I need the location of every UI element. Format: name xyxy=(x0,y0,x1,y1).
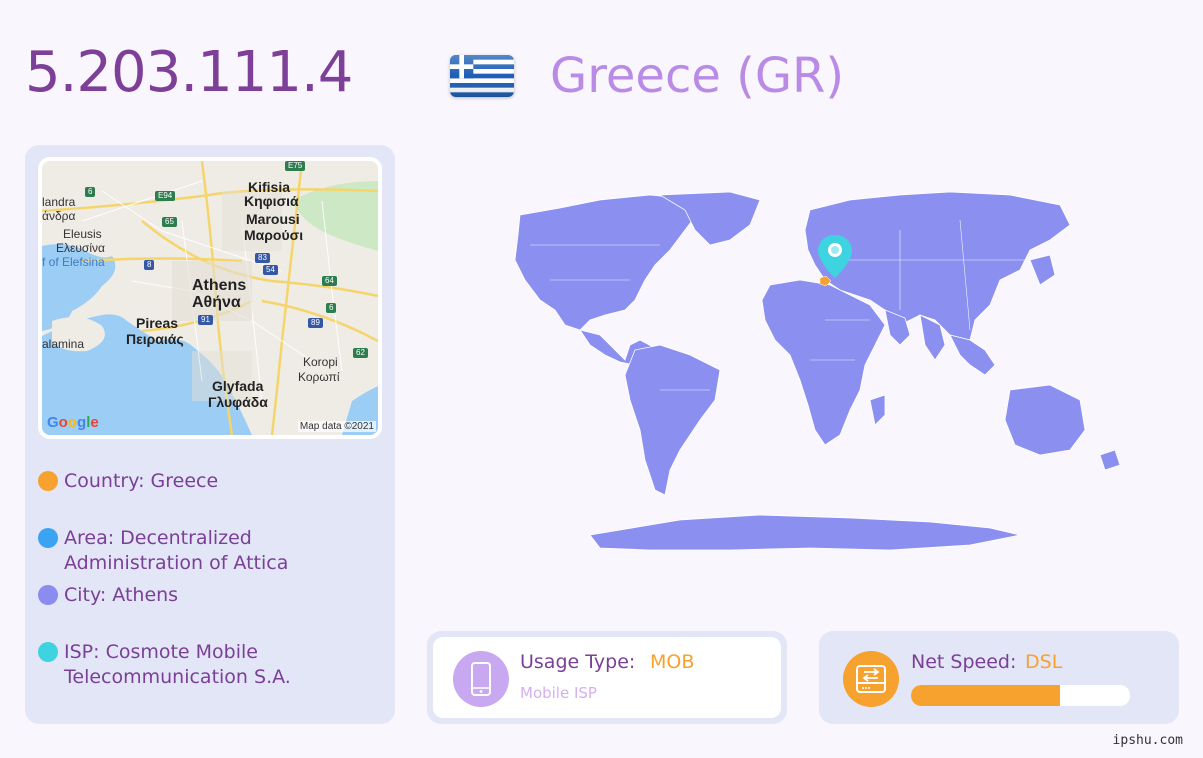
world-map xyxy=(430,150,1170,580)
road-badge-64: 64 xyxy=(322,276,337,286)
map-label-andra-greek: άνδρα xyxy=(42,209,76,223)
area-dot-icon xyxy=(38,528,58,548)
info-city-text: City: Athens xyxy=(64,584,179,606)
country-dot-icon xyxy=(38,471,58,491)
mobile-phone-icon xyxy=(453,651,509,707)
map-label-glyfada: Glyfada xyxy=(212,378,264,394)
road-badge-6: 6 xyxy=(85,187,96,197)
map-label-marousi: Marousi xyxy=(246,211,300,227)
usage-type-sub: Mobile ISP xyxy=(520,684,597,702)
info-isp: ISP: Cosmote Mobile Telecommunication S.… xyxy=(38,640,378,690)
ip-address-title: 5.203.111.4 xyxy=(25,40,353,105)
info-country-text: Country: Greece xyxy=(64,470,219,492)
road-badge-83: 83 xyxy=(255,253,270,263)
info-country: Country: Greece xyxy=(38,469,218,494)
map-label-kifisia-greek: Κηφισιά xyxy=(244,193,299,209)
usage-type-value: MOB xyxy=(650,651,695,673)
map-label-koropi: Koropi xyxy=(303,355,338,369)
isp-dot-icon xyxy=(38,642,58,662)
map-label-glyfada-greek: Γλυφάδα xyxy=(208,394,268,410)
network-drive-icon xyxy=(843,651,899,707)
location-panel: Kifisia Κηφισιά Marousi Μαρούσι landra ά… xyxy=(25,145,395,724)
map-label-pireas: Pireas xyxy=(136,315,179,331)
map-label-pireas-greek: Πειραιάς xyxy=(126,331,184,347)
net-speed-value: DSL xyxy=(1025,651,1063,673)
info-isp-text: ISP: Cosmote Mobile Telecommunication S.… xyxy=(64,641,291,688)
road-badge-54: 54 xyxy=(263,265,278,275)
net-speed-label: Net Speed: xyxy=(911,651,1017,673)
greece-flag-icon xyxy=(450,55,514,97)
net-speed-bar xyxy=(911,685,1130,706)
net-speed-card: Net Speed: DSL xyxy=(819,631,1179,724)
road-badge-91: 91 xyxy=(198,315,213,325)
road-badge-e75: E75 xyxy=(285,161,306,171)
country-title: Greece (GR) xyxy=(550,48,845,104)
map-label-eleusis-greek: Ελευσίνα xyxy=(56,241,105,255)
road-badge-e94: E94 xyxy=(155,191,176,201)
map-label-salamina: alamina xyxy=(42,337,85,351)
map-label-athens: Athens xyxy=(192,277,247,294)
city-dot-icon xyxy=(38,585,58,605)
road-badge-62: 62 xyxy=(353,348,368,358)
usage-type-label: Usage Type: xyxy=(520,651,636,673)
map-label-athens-greek: Αθήνα xyxy=(192,294,241,311)
usage-type-card: Usage Type: MOB Mobile ISP xyxy=(427,631,787,724)
map-label-koropi-greek: Κορωπί xyxy=(298,370,340,384)
info-area-text: Area: Decentralized Administration of At… xyxy=(64,527,289,574)
google-map[interactable]: Kifisia Κηφισιά Marousi Μαρούσι landra ά… xyxy=(38,157,382,439)
road-badge-65: 65 xyxy=(162,217,177,227)
road-badge-89: 89 xyxy=(308,318,323,328)
map-label-marousi-greek: Μαρούσι xyxy=(244,227,304,243)
map-credit: Map data ©2021 xyxy=(297,421,376,432)
map-label-eleusis: Eleusis xyxy=(63,227,102,241)
info-area: Area: Decentralized Administration of At… xyxy=(38,526,378,576)
map-label-gulf-of-elefsina: f of Elefsina xyxy=(42,255,105,269)
info-city: City: Athens xyxy=(38,583,178,608)
net-speed-bar-fill xyxy=(911,685,1060,706)
road-badge-6b: 6 xyxy=(326,303,337,313)
map-label-andra: landra xyxy=(42,195,76,209)
footer-site[interactable]: ipshu.com xyxy=(1113,733,1183,748)
road-badge-8: 8 xyxy=(144,260,155,270)
google-logo: Google xyxy=(47,414,99,431)
